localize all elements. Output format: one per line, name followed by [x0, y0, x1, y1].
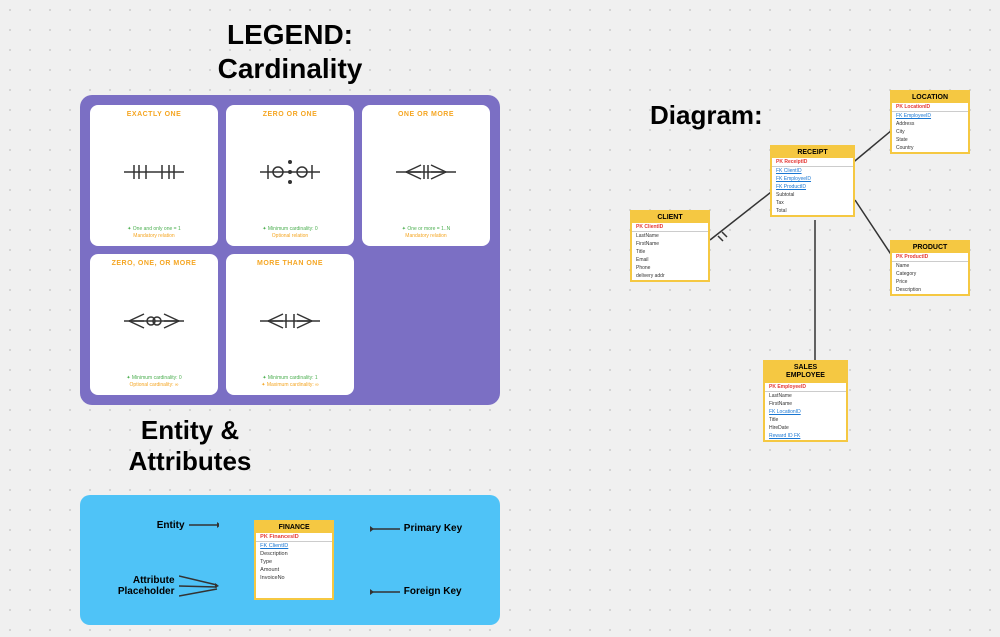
db-entity-product: PRODUCT PK ProductID Name Category Price…: [890, 240, 970, 296]
pk-label: Primary Key: [404, 523, 462, 534]
legend-box: EXACTLY ONE ✦ One and only one = 1 Manda…: [80, 95, 500, 405]
legend-card-exactly-one: EXACTLY ONE ✦ One and only one = 1 Manda…: [90, 105, 218, 246]
db-entity-location: LOCATION PK LocationID FK EmployeeID Add…: [890, 90, 970, 154]
attribute-arrow: [179, 571, 219, 601]
pk-label-wrapper: Primary Key: [370, 523, 462, 535]
db-entity-sales-employee: SALESEMPLOYEE PK EmployeeID LastName Fir…: [763, 360, 848, 442]
entity-card-finance: FINANCE PK FinancesID FK ClientID Descri…: [254, 520, 334, 600]
entity-label: Entity: [157, 520, 185, 531]
legend-card-one-or-more: ONE OR MORE ✦ One or more = 1..N Mandato…: [362, 105, 490, 246]
diagram-area: CLIENT PK ClientID LastName FirstName Ti…: [630, 90, 990, 610]
entity-arrow: [189, 519, 219, 531]
entity-row-1: Description: [256, 550, 332, 558]
fk-arrow: [370, 586, 400, 598]
entity-right-labels: Primary Key Foreign Key: [370, 523, 462, 598]
db-entity-receipt: RECEIPT PK ReceiptID FK ClientID FK Empl…: [770, 145, 855, 217]
pk-arrow: [370, 523, 400, 535]
entity-attributes-box: Entity AttributePlaceholder FINANCE PK F…: [80, 495, 500, 625]
more-than-one-icon: [250, 267, 330, 375]
entity-label-wrapper: Entity: [157, 519, 219, 531]
entity-row-pk: PK FinancesID: [256, 533, 332, 541]
fk-label: Foreign Key: [404, 586, 462, 597]
legend-card-zero-or-one: ZERO OR ONE ✦ Minimum cardinality: 0 Opt…: [226, 105, 354, 246]
exactly-one-icon: [114, 118, 194, 226]
zero-or-one-icon: [250, 118, 330, 226]
entity-row-fk: FK ClientID: [256, 542, 332, 550]
attribute-placeholder-label: AttributePlaceholder: [118, 575, 175, 597]
entity-row-4: InvoiceNo: [256, 574, 332, 582]
zero-one-more-icon: [114, 267, 194, 375]
entity-attributes-title: Entity &Attributes: [80, 415, 300, 477]
db-entity-client: CLIENT PK ClientID LastName FirstName Ti…: [630, 210, 710, 282]
attribute-label-wrapper: AttributePlaceholder: [118, 571, 219, 601]
fk-label-wrapper: Foreign Key: [370, 586, 462, 598]
one-or-more-icon: [386, 118, 466, 226]
entity-row-3: Amount: [256, 566, 332, 574]
entity-card-header: FINANCE: [256, 522, 332, 533]
legend-title: LEGEND: Cardinality: [80, 18, 500, 85]
legend-card-more-than-one: MORE THAN ONE ✦ Minimum cardinality: 1 ✦…: [226, 254, 354, 395]
entity-left-labels: Entity AttributePlaceholder: [118, 519, 219, 601]
entity-row-2: Type: [256, 558, 332, 566]
legend-card-zero-one-more: ZERO, ONE, OR MORE ✦ Minimum cardinality…: [90, 254, 218, 395]
